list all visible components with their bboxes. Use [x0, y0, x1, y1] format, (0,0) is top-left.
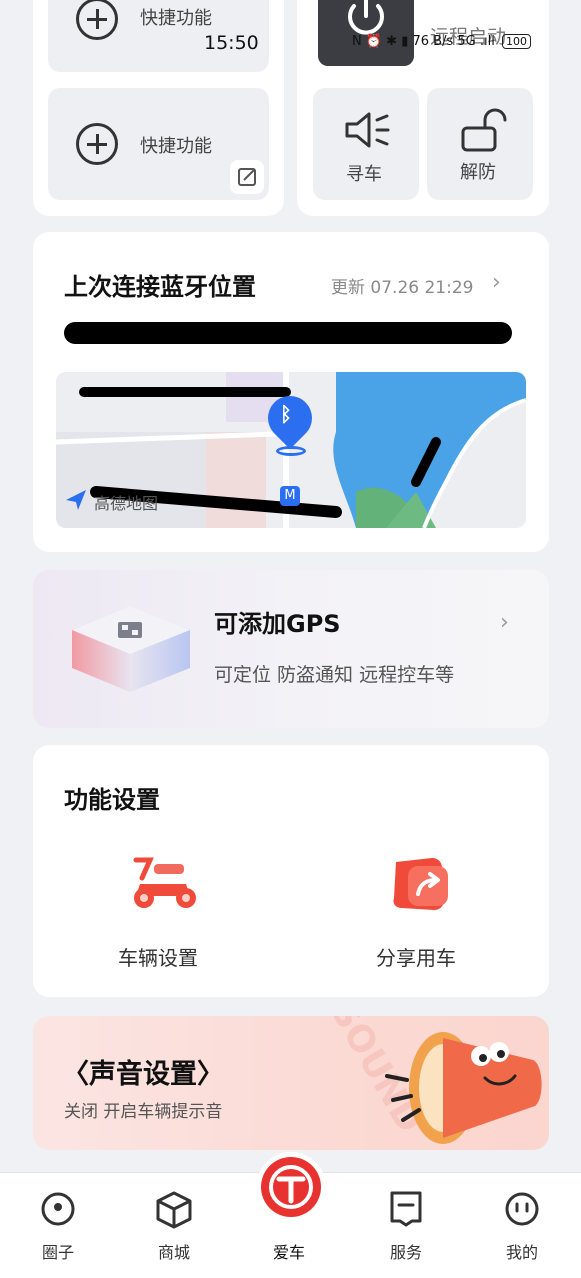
- add-circle-icon: [76, 123, 118, 165]
- circle-target-icon: [41, 1192, 75, 1226]
- tab-my-car[interactable]: [256, 1152, 326, 1222]
- tab-mall-label: 商城: [158, 1243, 191, 1262]
- bluetooth-location-title: 上次连接蓝牙位置: [64, 273, 256, 301]
- tab-service-label: 服务: [390, 1243, 423, 1262]
- status-icons-text: N ⏰ ✱ ▮ 76 B/s 5G .ıll: [352, 34, 495, 49]
- amap-logo-icon: [64, 488, 88, 512]
- location-map[interactable]: ᛒ M 高德地图: [56, 372, 526, 528]
- sound-settings-subtitle: 关闭 开启车辆提示音: [64, 1102, 223, 1122]
- status-time: 15:50: [204, 32, 259, 54]
- find-car-label: 寻车: [346, 164, 382, 185]
- metro-icon: M: [280, 486, 300, 506]
- status-bar: 15:50 N ⏰ ✱ ▮ 76 B/s 5G .ıll 100: [0, 30, 581, 58]
- gps-subtitle: 可定位 防盗通知 远程控车等: [214, 664, 455, 686]
- gps-title: 可添加GPS: [214, 610, 341, 638]
- unlock-button[interactable]: 解防: [427, 88, 533, 200]
- bluetooth-updated-time: 更新 07.26 21:29: [331, 278, 474, 298]
- bookmark-icon: [390, 1191, 422, 1227]
- status-icons: N ⏰ ✱ ▮ 76 B/s 5G .ıll 100: [352, 34, 531, 49]
- battery-icon: 100: [501, 34, 531, 49]
- redacted-address: [64, 322, 512, 344]
- smiley-icon: [505, 1192, 539, 1226]
- cube-icon: [156, 1191, 192, 1229]
- sound-settings-title: 〈声音设置〉: [62, 1059, 224, 1090]
- horn-icon: [345, 112, 390, 148]
- map-watermark: 高德地图: [94, 494, 159, 513]
- megaphone-icon: [385, 1032, 542, 1144]
- chevron-right-icon[interactable]: ›: [500, 610, 509, 635]
- function-settings-title: 功能设置: [64, 786, 160, 814]
- edit-icon[interactable]: [230, 160, 264, 194]
- share-vehicle-label: 分享用车: [376, 946, 456, 970]
- tab-mine-label: 我的: [506, 1243, 539, 1262]
- unlock-label: 解防: [460, 162, 496, 183]
- vehicle-settings-label: 车辆设置: [118, 946, 198, 970]
- brand-logo-icon: [261, 1157, 321, 1217]
- tab-circle-label: 圈子: [42, 1243, 75, 1262]
- tab-my-car-label: 爱车: [273, 1243, 306, 1262]
- scooter-icon: [133, 857, 196, 908]
- share-icon: [393, 858, 448, 910]
- unlock-icon: [461, 108, 507, 152]
- quick-function-tile-2[interactable]: 快捷功能: [48, 88, 269, 200]
- bluetooth-icon: ᛒ: [280, 402, 292, 426]
- chevron-right-icon[interactable]: ›: [492, 270, 501, 295]
- quick-function-label: 快捷功能: [140, 136, 212, 157]
- find-car-button[interactable]: 寻车: [313, 88, 419, 200]
- gps-device-icon: [62, 596, 198, 696]
- quick-function-label: 快捷功能: [140, 8, 212, 29]
- pin-shadow: [276, 446, 306, 456]
